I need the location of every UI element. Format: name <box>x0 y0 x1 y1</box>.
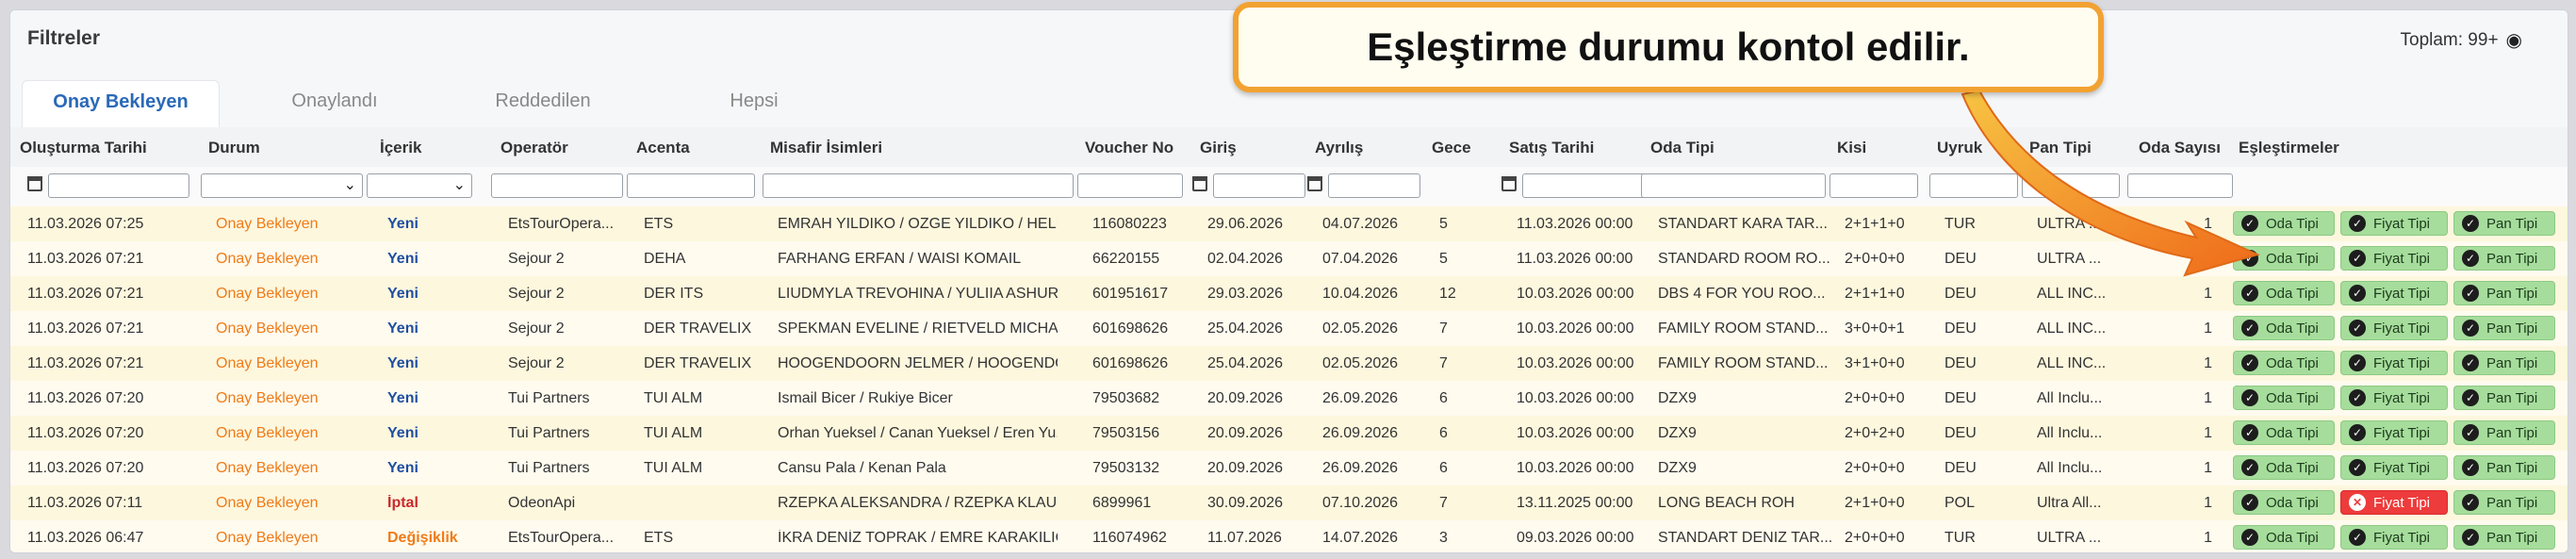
callout-box: Eşleştirme durumu kontol edilir. <box>1233 2 2104 92</box>
